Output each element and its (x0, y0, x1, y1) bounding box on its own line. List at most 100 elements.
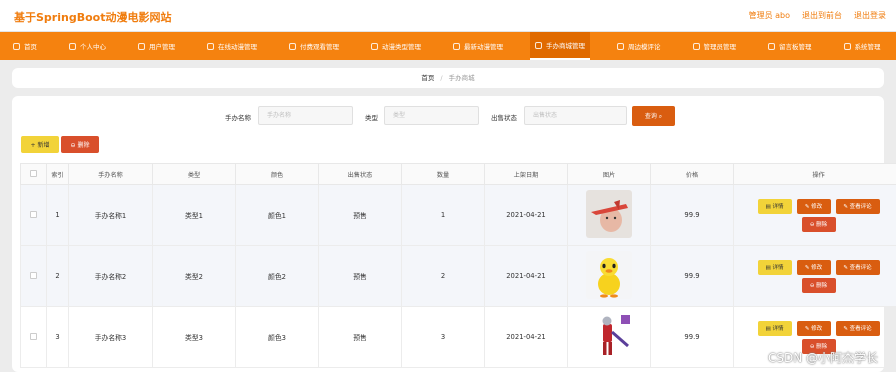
duck-figure-image[interactable] (586, 251, 632, 299)
table-row: 1 手办名称1 类型1 颜色1 预售 1 2021-04-21 99.9 ▤ 详… (20, 184, 896, 246)
shop-icon (535, 41, 542, 49)
nav-item-admins[interactable]: 管理员管理 (688, 32, 742, 60)
pay-icon (289, 42, 296, 50)
main-card: 手办名称 手办名称 类型 类型 出售状态 出售状态 查询 ⌕ + 新增 ⊖ 删除… (12, 96, 896, 372)
table-header-row: 索引 手办名称 类型 颜色 出售状态 数量 上架日期 图片 价格 操作 (20, 163, 896, 185)
admin-label: 管理员 abo (748, 11, 790, 20)
cell-status: 预售 (318, 306, 402, 368)
col-status: 出售状态 (318, 163, 402, 185)
col-name: 手办名称 (68, 163, 153, 185)
cell-actions: ▤ 详情 ✎ 修改 ✎ 查看评论 ⊖ 删除 (733, 245, 896, 307)
cell-image (567, 184, 651, 246)
view-reviews-button[interactable]: ✎ 查看评论 (835, 320, 880, 336)
plane-figure-image[interactable] (586, 190, 632, 238)
cell-image (567, 245, 651, 307)
edit-button[interactable]: ✎ 修改 (796, 320, 831, 336)
col-price: 价格 (650, 163, 734, 185)
row-checkbox[interactable] (20, 245, 47, 307)
delete-button[interactable]: ⊖ 删除 (801, 277, 836, 293)
message-icon (768, 42, 775, 50)
type-search-input[interactable]: 类型 (384, 106, 479, 125)
cell-date: 2021-04-21 (484, 184, 568, 246)
cell-color: 颜色3 (235, 306, 319, 368)
cell-type: 类型3 (152, 306, 236, 368)
cell-index: 3 (46, 306, 69, 368)
search-button[interactable]: 查询 ⌕ (632, 106, 675, 126)
nav-item-home[interactable]: 首页 (8, 32, 42, 60)
settings-icon (843, 42, 851, 50)
cell-name: 手办名称2 (68, 245, 153, 307)
edit-button[interactable]: ✎ 修改 (796, 198, 831, 214)
name-search-input[interactable]: 手办名称 (258, 106, 353, 125)
batch-delete-button[interactable]: ⊖ 删除 (61, 136, 99, 153)
col-actions: 操作 (733, 163, 896, 185)
table-row: 2 手办名称2 类型2 颜色2 预售 2 2021-04-21 99.9 ▤ 详… (20, 245, 896, 307)
cell-price: 99.9 (650, 245, 734, 307)
top-bar: 基于SpringBoot动漫电影网站 管理员 abo 退出到前台 退出登录 (0, 0, 896, 32)
delete-button[interactable]: ⊖ 删除 (801, 216, 836, 232)
nav-item-paid[interactable]: 付费观看管理 (284, 32, 344, 60)
detail-button[interactable]: ▤ 详情 (757, 198, 792, 214)
comment-icon (617, 42, 624, 50)
col-date: 上架日期 (484, 163, 568, 185)
cell-type: 类型1 (152, 184, 236, 246)
select-all-checkbox[interactable] (20, 163, 47, 185)
cell-quantity: 1 (401, 184, 485, 246)
detail-button[interactable]: ▤ 详情 (757, 259, 792, 275)
cell-color: 颜色2 (235, 245, 319, 307)
cell-date: 2021-04-21 (484, 245, 568, 307)
logout-link[interactable]: 退出登录 (854, 10, 886, 21)
add-button[interactable]: + 新增 (21, 136, 59, 153)
row-checkbox[interactable] (20, 184, 47, 246)
cell-image (567, 306, 651, 368)
back-to-front-link[interactable]: 退出到前台 (802, 10, 842, 21)
col-image: 图片 (567, 163, 651, 185)
view-reviews-button[interactable]: ✎ 查看评论 (835, 198, 880, 214)
cell-name: 手办名称3 (68, 306, 153, 368)
cell-index: 1 (46, 184, 69, 246)
cell-date: 2021-04-21 (484, 306, 568, 368)
cell-name: 手办名称1 (68, 184, 153, 246)
status-search-input[interactable]: 出售状态 (524, 106, 627, 125)
col-color: 颜色 (235, 163, 319, 185)
figure-table: 索引 手办名称 类型 颜色 出售状态 数量 上架日期 图片 价格 操作 1 手办… (20, 163, 896, 368)
cell-price: 99.9 (650, 184, 734, 246)
top-links: 管理员 abo 退出到前台 退出登录 (749, 10, 886, 21)
nav-item-users[interactable]: 用户管理 (133, 32, 180, 60)
cell-status: 预售 (318, 245, 402, 307)
users-icon (138, 42, 145, 50)
nav-item-online-anime[interactable]: 在线动漫管理 (202, 32, 262, 60)
col-quantity: 数量 (401, 163, 485, 185)
admin-icon (692, 42, 700, 50)
cell-type: 类型2 (152, 245, 236, 307)
site-title: 基于SpringBoot动漫电影网站 (14, 11, 172, 24)
edit-button[interactable]: ✎ 修改 (796, 259, 831, 275)
watermark: CSDN @小阿杰学长 (767, 351, 878, 365)
cell-index: 2 (46, 245, 69, 307)
breadcrumb-home[interactable]: 首页 (421, 74, 434, 82)
cell-actions: ▤ 详情 ✎ 修改 ✎ 查看评论 ⊖ 删除 (733, 184, 896, 246)
nav-item-messages[interactable]: 留言板管理 (763, 32, 817, 60)
row-checkbox[interactable] (20, 306, 47, 368)
breadcrumb-separator: / (440, 74, 443, 82)
cell-quantity: 2 (401, 245, 485, 307)
hero-figure-image[interactable] (586, 312, 632, 360)
nav-item-latest[interactable]: 最新动漫管理 (448, 32, 508, 60)
nav-item-anime-type[interactable]: 动漫类型管理 (366, 32, 426, 60)
breadcrumb-current: 手办商城 (448, 74, 475, 82)
nav-item-profile[interactable]: 个人中心 (64, 32, 111, 60)
type-search-label: 类型 (365, 114, 378, 122)
user-icon (69, 42, 76, 50)
search-row: 手办名称 手办名称 类型 类型 出售状态 出售状态 查询 ⌕ (12, 106, 884, 126)
nav-item-system[interactable]: 系统管理 (839, 32, 886, 60)
cell-status: 预售 (318, 184, 402, 246)
video-icon (207, 42, 214, 50)
nav-item-reviews[interactable]: 周边模评论 (612, 32, 666, 60)
cell-price: 99.9 (650, 306, 734, 368)
detail-button[interactable]: ▤ 详情 (757, 320, 792, 336)
nav-item-figure-shop[interactable]: 手办商城管理 (530, 32, 590, 60)
view-reviews-button[interactable]: ✎ 查看评论 (835, 259, 880, 275)
name-search-label: 手办名称 (225, 114, 251, 122)
col-index: 索引 (46, 163, 69, 185)
cell-quantity: 3 (401, 306, 485, 368)
